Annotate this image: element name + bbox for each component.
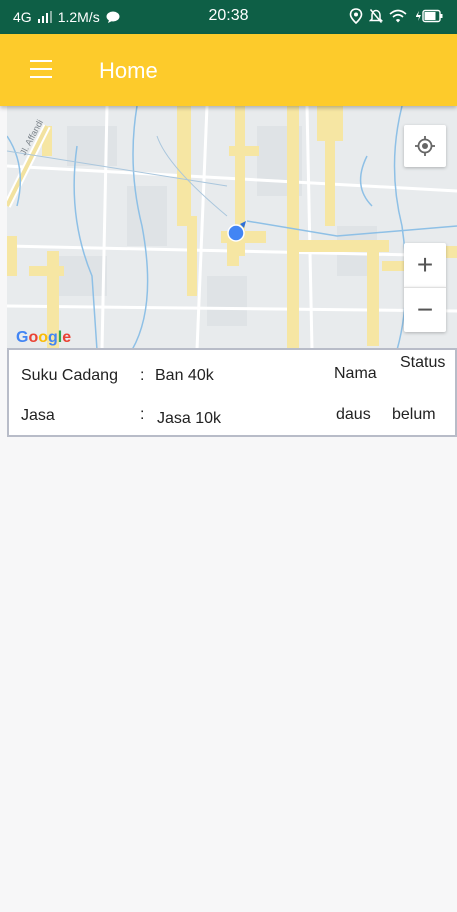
- zoom-out-button[interactable]: −: [404, 287, 446, 332]
- service-label: Jasa: [21, 407, 55, 424]
- plus-icon: +: [416, 249, 434, 280]
- my-location-icon: [415, 136, 435, 156]
- my-location-button[interactable]: [404, 125, 446, 167]
- status-right: [349, 8, 443, 24]
- order-info-panel: Suku Cadang : Ban 40k Nama Status Jasa :…: [7, 348, 457, 437]
- name-value: daus: [336, 406, 371, 423]
- zoom-in-button[interactable]: +: [404, 243, 446, 287]
- battery-icon: [416, 9, 443, 23]
- status-value: belum: [392, 406, 436, 423]
- service-value: Jasa 10k: [157, 410, 222, 427]
- hamburger-icon[interactable]: [30, 60, 52, 78]
- google-attribution: Google: [16, 329, 72, 346]
- status-header: Status: [400, 354, 446, 371]
- map-view[interactable]: Jl. Affandi + − Google: [7, 106, 457, 350]
- spare-part-colon: :: [140, 367, 145, 384]
- minus-icon: −: [416, 294, 434, 325]
- page-title: Home: [99, 58, 158, 83]
- spare-part-value: Ban 40k: [155, 367, 214, 384]
- wifi-icon: [389, 9, 407, 23]
- map-tiles: Jl. Affandi: [7, 106, 457, 350]
- spare-part-label: Suku Cadang: [21, 367, 118, 384]
- name-header: Nama: [334, 365, 377, 382]
- service-colon: :: [140, 406, 145, 423]
- app-toolbar: Home: [0, 34, 457, 106]
- mute-bell-icon: [369, 9, 383, 23]
- status-bar: 4G 1.2M/s 20:38: [0, 0, 457, 34]
- location-icon: [349, 8, 363, 24]
